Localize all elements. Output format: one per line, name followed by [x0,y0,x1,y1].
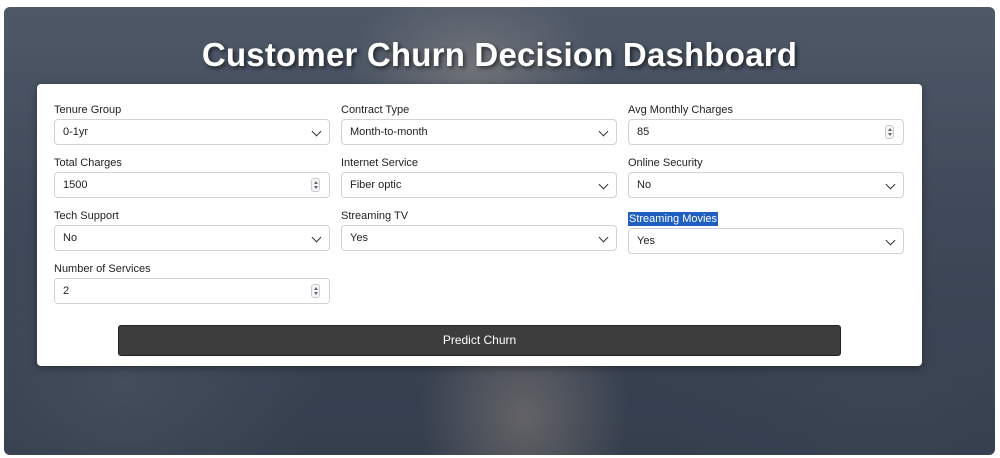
contract-type-value: Month-to-month [350,126,428,138]
streaming-movies-label: Streaming Movies [628,212,719,226]
page-title: Customer Churn Decision Dashboard [201,36,798,73]
chevron-down-icon [311,126,322,137]
contract-type-field: Contract Type Month-to-month [341,103,617,145]
chevron-down-icon [598,126,609,137]
number-of-services-field: Number of Services 2 [54,262,330,304]
tenure-group-field: Tenure Group 0-1yr [54,103,330,145]
chevron-down-icon [885,179,896,190]
streaming-movies-field: Streaming Movies Yes [628,209,904,254]
total-charges-value: 1500 [63,179,88,191]
online-security-value: No [637,179,652,191]
contract-type-select[interactable]: Month-to-month [341,119,617,145]
tenure-group-select[interactable]: 0-1yr [54,119,330,145]
contract-type-label: Contract Type [341,104,410,116]
tech-support-label: Tech Support [54,210,119,222]
online-security-field: Online Security No [628,156,904,198]
avg-monthly-charges-input[interactable]: 85 [628,119,904,145]
internet-service-select[interactable]: Fiber optic [341,172,617,198]
tenure-group-value: 0-1yr [63,126,89,138]
tech-support-select[interactable]: No [54,225,330,251]
chevron-down-icon [885,235,896,246]
streaming-tv-select[interactable]: Yes [341,225,617,251]
chevron-down-icon [311,232,322,243]
tenure-group-label: Tenure Group [54,104,122,116]
spinner-icon[interactable] [311,178,320,192]
number-of-services-input[interactable]: 2 [54,278,330,304]
internet-service-label: Internet Service [341,157,419,169]
tech-support-value: No [63,232,78,244]
number-of-services-label: Number of Services [54,263,151,275]
streaming-movies-value: Yes [637,235,655,247]
predict-churn-button[interactable]: Predict Churn [118,325,841,356]
avg-monthly-charges-field: Avg Monthly Charges 85 [628,103,904,145]
internet-service-field: Internet Service Fiber optic [341,156,617,198]
avg-monthly-charges-value: 85 [637,126,650,138]
number-of-services-value: 2 [63,285,70,297]
background-image: Customer Churn Decision Dashboard Tenure… [4,7,995,455]
online-security-label: Online Security [628,157,703,169]
chevron-down-icon [598,232,609,243]
total-charges-input[interactable]: 1500 [54,172,330,198]
internet-service-value: Fiber optic [350,179,402,191]
chevron-down-icon [598,179,609,190]
streaming-tv-value: Yes [350,232,368,244]
avg-monthly-charges-label: Avg Monthly Charges [628,104,733,116]
tech-support-field: Tech Support No [54,209,330,251]
total-charges-label: Total Charges [54,157,122,169]
total-charges-field: Total Charges 1500 [54,156,330,198]
streaming-tv-field: Streaming TV Yes [341,209,617,251]
online-security-select[interactable]: No [628,172,904,198]
streaming-tv-label: Streaming TV [341,210,409,222]
spinner-icon[interactable] [885,125,894,139]
churn-form-card: Tenure Group 0-1yr Contract Type Month-t… [37,84,922,366]
streaming-movies-select[interactable]: Yes [628,228,904,254]
spinner-icon[interactable] [311,284,320,298]
